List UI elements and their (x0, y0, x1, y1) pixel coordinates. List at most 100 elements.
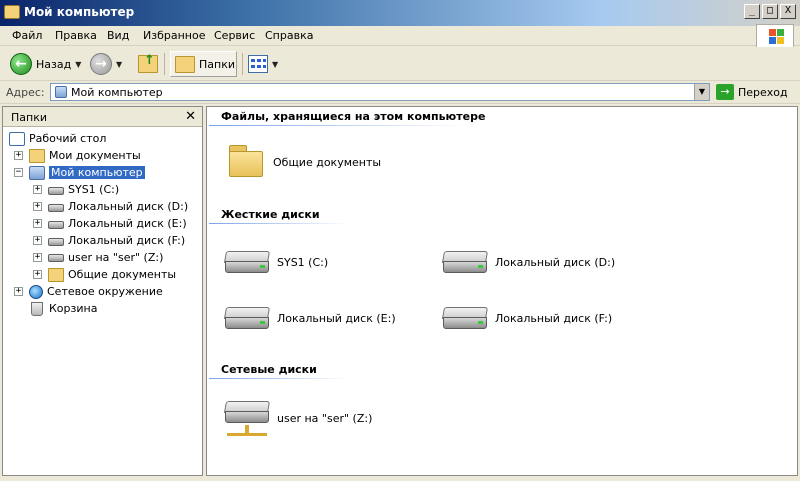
chevron-down-icon[interactable]: ▼ (75, 60, 81, 69)
item-label: Локальный диск (D:) (495, 255, 616, 269)
address-input[interactable]: Мой компьютер ▼ (50, 83, 710, 101)
section-title: Жесткие диски (221, 208, 320, 221)
menu-favorites[interactable]: Избранное (143, 29, 205, 42)
menu-edit[interactable]: Правка (55, 29, 97, 42)
drive-icon (48, 204, 64, 212)
section-divider (209, 125, 469, 126)
windows-logo-icon (756, 24, 794, 48)
folder-icon (48, 267, 64, 282)
close-button[interactable]: X (780, 4, 796, 19)
tree-label: Мои документы (49, 149, 141, 162)
folders-button[interactable]: Папки (170, 51, 237, 77)
go-arrow-icon: → (716, 84, 734, 100)
tree-label: SYS1 (C:) (68, 183, 120, 196)
expand-button[interactable]: + (33, 202, 42, 211)
folders-icon (175, 55, 195, 73)
tree-item-drive-c[interactable]: SYS1 (C:) (48, 181, 119, 198)
window-controls: _ □ X (744, 4, 796, 19)
chevron-down-icon[interactable]: ▼ (116, 60, 122, 69)
content-pane: Файлы, хранящиеся на этом компьютере Общ… (206, 106, 798, 476)
views-icon (248, 55, 268, 73)
expand-button[interactable]: + (33, 253, 42, 262)
tree-label: Локальный диск (E:) (68, 217, 187, 230)
item-label: SYS1 (C:) (277, 255, 329, 269)
item-drive-f[interactable]: Локальный диск (F:) (441, 303, 612, 333)
close-icon[interactable]: ✕ (185, 109, 196, 124)
maximize-button[interactable]: □ (762, 4, 778, 19)
tree-label: Локальный диск (F:) (68, 234, 186, 247)
item-label: Общие документы (273, 155, 382, 169)
menu-bar: Файл Правка Вид Избранное Сервис Справка (0, 24, 800, 48)
views-button[interactable]: ▼ (248, 51, 278, 77)
item-label: user на "ser" (Z:) (277, 411, 373, 425)
folders-pane-header: Папки ✕ (3, 107, 202, 127)
back-button[interactable]: ← Назад ▼ (10, 51, 81, 77)
forward-arrow-icon: → (90, 53, 112, 75)
computer-icon (55, 86, 67, 98)
menu-help[interactable]: Справка (265, 29, 313, 42)
computer-icon (29, 165, 45, 180)
menu-tools[interactable]: Сервис (214, 29, 255, 42)
tree-item-shared-documents[interactable]: Общие документы (48, 266, 176, 283)
tree-item-desktop[interactable]: Рабочий стол (9, 130, 106, 147)
expand-button[interactable]: + (14, 151, 23, 160)
item-drive-d[interactable]: Локальный диск (D:) (441, 247, 615, 277)
tree-item-my-computer[interactable]: Мой компьютер (29, 164, 145, 181)
title-bar[interactable]: Мой компьютер _ □ X (0, 0, 800, 26)
back-label: Назад (36, 57, 72, 71)
section-title: Файлы, хранящиеся на этом компьютере (221, 110, 486, 123)
back-arrow-icon: ← (10, 53, 32, 75)
item-drive-e[interactable]: Локальный диск (E:) (223, 303, 396, 333)
toolbar: ← Назад ▼ → ▼ ↑ Папки ▼ (0, 47, 800, 81)
hard-drive-icon (223, 303, 271, 333)
menu-file[interactable]: Файл (12, 29, 42, 42)
expand-button[interactable]: + (33, 270, 42, 279)
up-folder-icon: ↑ (138, 53, 158, 73)
tree-label: Локальный диск (D:) (68, 200, 189, 213)
toolbar-separator (242, 53, 243, 75)
folders-label: Папки (199, 57, 235, 71)
network-icon (29, 284, 43, 299)
forward-button[interactable]: → ▼ (90, 51, 122, 77)
tree-label: user на "ser" (Z:) (68, 251, 164, 264)
item-drive-c[interactable]: SYS1 (C:) (223, 247, 328, 277)
folder-icon (227, 145, 267, 179)
chevron-down-icon[interactable]: ▼ (272, 60, 278, 69)
item-shared-documents[interactable]: Общие документы (227, 145, 381, 179)
tree-label: Общие документы (68, 268, 177, 281)
item-network-drive-z[interactable]: user на "ser" (Z:) (223, 397, 372, 439)
drive-icon (48, 221, 64, 229)
my-documents-icon (29, 148, 45, 163)
expand-button[interactable]: + (14, 287, 23, 296)
tree-item-network-places[interactable]: Сетевое окружение (29, 283, 163, 300)
section-title: Сетевые диски (221, 363, 317, 376)
tree-item-drive-d[interactable]: Локальный диск (D:) (48, 198, 188, 215)
expand-button[interactable]: + (33, 185, 42, 194)
network-drive-icon (223, 397, 271, 439)
folders-pane-title: Папки (11, 111, 47, 124)
folder-icon (4, 5, 20, 19)
drive-icon (48, 238, 64, 246)
go-label: Переход (738, 85, 788, 99)
tree-item-recycle-bin[interactable]: Корзина (29, 300, 97, 317)
tree-item-my-documents[interactable]: Мои документы (29, 147, 141, 164)
desktop-icon (9, 131, 25, 146)
expand-button[interactable]: + (33, 219, 42, 228)
folders-pane: Папки ✕ Рабочий стол + Мои документы − М… (2, 106, 203, 476)
menu-view[interactable]: Вид (107, 29, 129, 42)
toolbar-separator (164, 53, 165, 75)
up-button[interactable]: ↑ (138, 51, 158, 77)
collapse-button[interactable]: − (14, 168, 23, 177)
item-label: Локальный диск (F:) (495, 311, 613, 325)
expand-button[interactable]: + (33, 236, 42, 245)
item-label: Локальный диск (E:) (277, 311, 396, 325)
tree-item-drive-f[interactable]: Локальный диск (F:) (48, 232, 185, 249)
go-button[interactable]: → Переход (716, 84, 788, 100)
drive-icon (48, 187, 64, 195)
tree-label: Мой компьютер (49, 166, 145, 179)
tree-item-network-drive-z[interactable]: user на "ser" (Z:) (48, 249, 163, 266)
address-dropdown-button[interactable]: ▼ (694, 84, 709, 100)
minimize-button[interactable]: _ (744, 4, 760, 19)
tree-item-drive-e[interactable]: Локальный диск (E:) (48, 215, 187, 232)
network-drive-icon (48, 253, 64, 262)
